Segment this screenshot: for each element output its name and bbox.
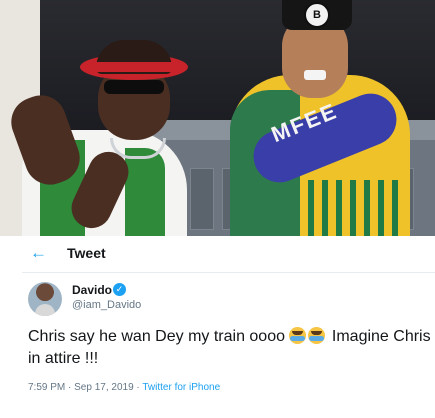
avatar[interactable] (28, 282, 62, 316)
verified-badge-icon: ✓ (113, 283, 126, 296)
person-right-jacket-pattern (300, 180, 400, 236)
person-left-vest (125, 148, 165, 236)
page-title: Tweet (67, 245, 106, 261)
person-right-grill (304, 70, 326, 80)
building-window (190, 168, 214, 230)
arrow-left-icon[interactable]: ← (30, 244, 47, 262)
tweet-card: ← Tweet Davido ✓ @iam_Davido Chris say h… (22, 236, 435, 418)
tweet-text: Chris say he wan Dey my train oooo Imagi… (28, 326, 433, 370)
person-left-hat-band (96, 62, 172, 72)
tweet-meta: 7:59 PM · Sep 17, 2019 · Twitter for iPh… (28, 382, 220, 393)
client-link[interactable]: Twitter for iPhone (142, 382, 220, 393)
tears-of-joy-emoji-icon (289, 327, 307, 344)
tears-of-joy-emoji-icon (308, 327, 326, 344)
timestamp: 7:59 PM · Sep 17, 2019 · (28, 382, 143, 393)
tweet-header: ← Tweet (22, 236, 435, 273)
author-name[interactable]: Davido (72, 283, 112, 297)
tweet-text-part1: Chris say he wan Dey my train oooo (28, 328, 290, 345)
author-handle[interactable]: @iam_Davido (72, 299, 141, 311)
photo: MFEE B (0, 0, 435, 236)
person-left-sunglasses (104, 80, 164, 94)
cap-logo: B (304, 2, 330, 28)
